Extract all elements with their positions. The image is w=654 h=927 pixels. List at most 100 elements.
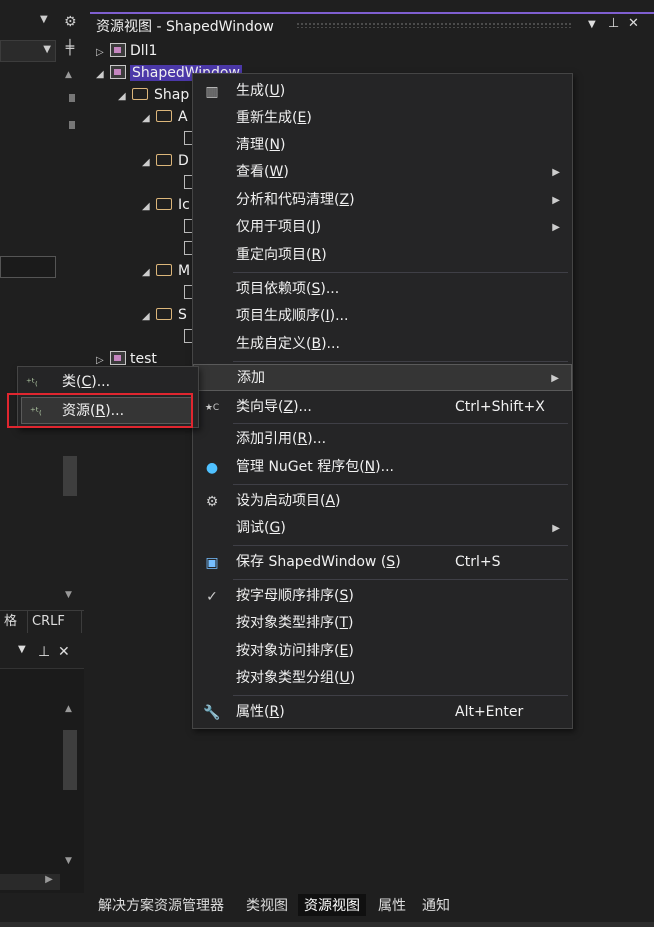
- pane-title: 资源视图 - ShapedWindow: [96, 19, 274, 35]
- collapse-icon[interactable]: ◢: [118, 86, 132, 108]
- tab-resource-view[interactable]: 资源视图: [298, 894, 366, 918]
- lower-vertical-scrollbar[interactable]: ▲ ▼: [60, 700, 80, 870]
- project-icon: [110, 65, 126, 79]
- menu-item-add-reference[interactable]: 添加引用(R)...: [193, 426, 572, 453]
- member-dropdown[interactable]: ▼: [0, 40, 56, 62]
- split-icon[interactable]: ╪: [60, 40, 80, 62]
- tree-item-folder[interactable]: ◢ A: [142, 106, 188, 128]
- menu-item-group-type[interactable]: 按对象类型分组(U): [193, 665, 572, 692]
- check-icon: ✓: [206, 589, 218, 605]
- dropdown-arrow-icon[interactable]: ▼: [588, 19, 596, 30]
- collapse-icon[interactable]: ◢: [142, 152, 156, 174]
- dropdown-arrow-icon[interactable]: ▼: [18, 644, 26, 655]
- menu-item-clean[interactable]: 清理(N): [193, 132, 572, 159]
- gear-icon[interactable]: ⚙: [64, 14, 77, 30]
- tree-item-folder[interactable]: ◢ D: [142, 150, 189, 172]
- tree-item-label: M: [178, 263, 191, 279]
- menu-separator: [233, 361, 568, 362]
- expand-icon[interactable]: ▷: [96, 42, 110, 64]
- menu-item-view[interactable]: 查看(W) ▶: [193, 159, 572, 186]
- menu-item-analyze[interactable]: 分析和代码清理(Z) ▶: [193, 187, 572, 214]
- folder-icon: [156, 264, 172, 276]
- editor-textbox: [0, 256, 56, 278]
- menu-item-set-startup[interactable]: ⚙ 设为启动项目(A): [193, 488, 572, 515]
- scroll-up-icon[interactable]: ▲: [65, 70, 72, 80]
- menu-item-properties[interactable]: 🔧 属性(R) Alt+Enter: [193, 699, 572, 726]
- folder-icon: [156, 110, 172, 122]
- scroll-up-icon[interactable]: ▲: [65, 704, 72, 714]
- context-menu: ▥ 生成(U) 重新生成(E) 清理(N) 查看(W) ▶ 分析和代码清理(Z)…: [192, 73, 573, 729]
- menu-item-class-wizard[interactable]: ★C 类向导(Z)... Ctrl+Shift+X: [193, 394, 572, 421]
- tree-item-label: Ic: [178, 197, 190, 213]
- collapse-icon[interactable]: ◢: [142, 108, 156, 130]
- submenu-arrow-icon: ▶: [552, 195, 560, 206]
- folder-icon: [156, 154, 172, 166]
- menu-item-build-customizations[interactable]: 生成自定义(B)...: [193, 331, 572, 358]
- pin-icon[interactable]: ⊥: [608, 16, 619, 31]
- nuget-icon: ●: [205, 460, 219, 476]
- menu-item-save[interactable]: ▣ 保存 ShapedWindow (S) Ctrl+S: [193, 549, 572, 576]
- scroll-thumb[interactable]: [63, 456, 77, 496]
- bottom-tab-strip: 解决方案资源管理器 类视图 资源视图 属性 通知: [90, 890, 654, 920]
- collapse-icon[interactable]: ◢: [96, 64, 110, 86]
- menu-item-dependencies[interactable]: 项目依赖项(S)...: [193, 276, 572, 303]
- tree-item-dll1[interactable]: ▷ Dll1: [96, 40, 157, 62]
- menu-separator: [233, 484, 568, 485]
- menu-item-build-order[interactable]: 项目生成顺序(I)...: [193, 303, 572, 330]
- menu-separator: [233, 423, 568, 424]
- menu-item-add[interactable]: 添加 ▶: [193, 364, 572, 391]
- tab-solution-explorer[interactable]: 解决方案资源管理器: [92, 894, 230, 918]
- menu-item-sort-access[interactable]: 按对象访问排序(E): [193, 638, 572, 665]
- save-icon: ▣: [205, 555, 219, 571]
- dropdown-arrow-icon[interactable]: ▼: [40, 14, 48, 25]
- scroll-marker: [69, 121, 75, 129]
- tree-item-rc-file[interactable]: ◢ Shap: [118, 84, 189, 106]
- folder-icon: [156, 198, 172, 210]
- gear-icon: ⚙: [205, 494, 219, 510]
- tree-item-label: Shap: [154, 87, 190, 103]
- menu-item-sort-type[interactable]: 按对象类型排序(T): [193, 610, 572, 637]
- menu-item-debug[interactable]: 调试(G) ▶: [193, 515, 572, 542]
- tree-item-label: test: [130, 351, 157, 367]
- submenu-arrow-icon: ▶: [551, 373, 559, 384]
- tree-item-folder[interactable]: ◢ Ic: [142, 194, 190, 216]
- scroll-down-icon[interactable]: ▼: [65, 856, 72, 866]
- vertical-scrollbar[interactable]: ▲ ▼: [60, 66, 80, 606]
- tree-item-folder[interactable]: ◢ S: [142, 304, 187, 326]
- menu-item-nuget[interactable]: ● 管理 NuGet 程序包(N)...: [193, 454, 572, 481]
- class-wizard-icon: ★C: [204, 403, 220, 413]
- pin-icon[interactable]: ⊥: [38, 644, 50, 660]
- scroll-right-icon[interactable]: ▶: [40, 874, 58, 890]
- chevron-down-icon: ▼: [43, 44, 51, 55]
- menu-item-build[interactable]: ▥ 生成(U): [193, 78, 572, 105]
- project-icon: [110, 351, 126, 365]
- pane-drag-grip[interactable]: [296, 22, 572, 28]
- menu-item-retarget[interactable]: 重定向项目(R): [193, 242, 572, 269]
- collapse-icon[interactable]: ◢: [142, 196, 156, 218]
- folder-icon: [132, 88, 148, 100]
- menu-separator: [233, 545, 568, 546]
- project-icon: [110, 43, 126, 57]
- tree-item-folder[interactable]: ◢ M: [142, 260, 190, 282]
- editor-pane: ▼ ⚙ ▼ ╪ ▲ ▼ 格 CRLF ▼ ⊥ ✕ ▲ ▼ ▶: [0, 0, 90, 927]
- tab-notifications[interactable]: 通知: [416, 894, 456, 918]
- tab-class-view[interactable]: 类视图: [240, 894, 294, 918]
- menu-separator: [233, 272, 568, 273]
- scroll-down-icon[interactable]: ▼: [65, 590, 72, 600]
- status-line-ending[interactable]: CRLF: [28, 611, 82, 633]
- close-icon[interactable]: ✕: [628, 16, 639, 31]
- menu-item-rebuild[interactable]: 重新生成(E): [193, 105, 572, 132]
- tab-properties[interactable]: 属性: [372, 894, 412, 918]
- collapse-icon[interactable]: ◢: [142, 262, 156, 284]
- folder-icon: [156, 308, 172, 320]
- close-icon[interactable]: ✕: [58, 644, 70, 660]
- lower-pane-header: ▼ ⊥ ✕: [0, 640, 84, 666]
- status-bar: 格 CRLF: [0, 610, 84, 633]
- collapse-icon[interactable]: ◢: [142, 306, 156, 328]
- submenu-arrow-icon: ▶: [552, 167, 560, 178]
- status-indent[interactable]: 格: [0, 611, 28, 633]
- menu-item-sort-alpha[interactable]: ✓ 按字母顺序排序(S): [193, 583, 572, 610]
- scroll-thumb[interactable]: [63, 730, 77, 790]
- menu-item-project-only[interactable]: 仅用于项目(J) ▶: [193, 214, 572, 241]
- submenu-item-class[interactable]: ⁺ᵗ₍ 类(C)...: [18, 369, 198, 396]
